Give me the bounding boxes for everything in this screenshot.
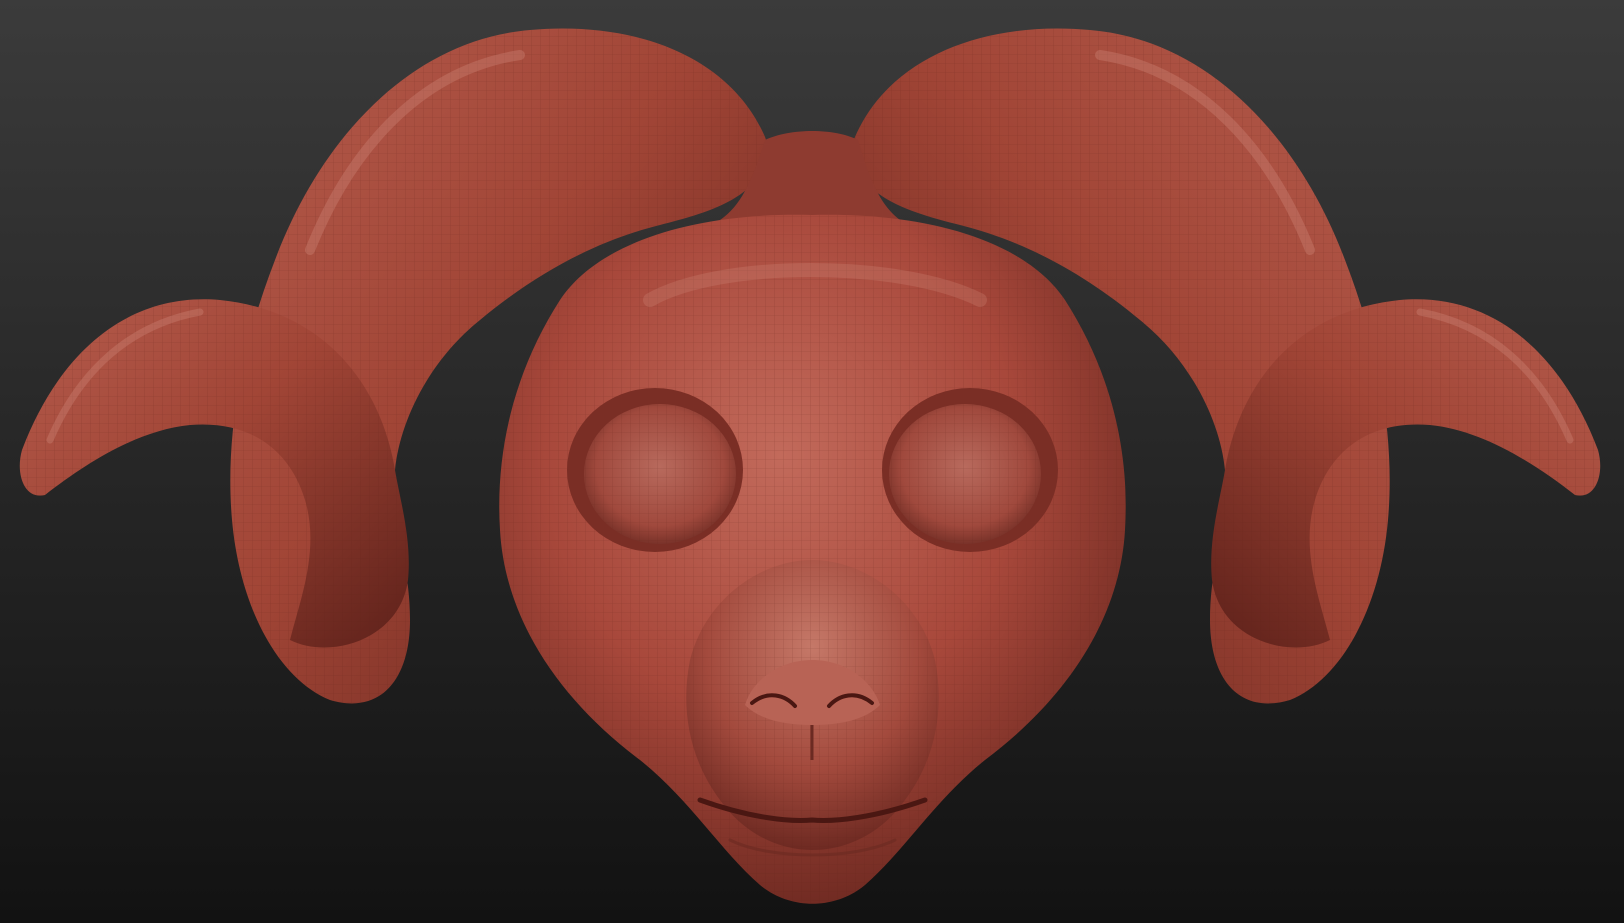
3d-viewport[interactable] xyxy=(0,0,1624,923)
viewport-canvas[interactable] xyxy=(0,0,1624,923)
right-eye-socket xyxy=(882,388,1058,552)
left-eye-socket xyxy=(567,388,743,552)
